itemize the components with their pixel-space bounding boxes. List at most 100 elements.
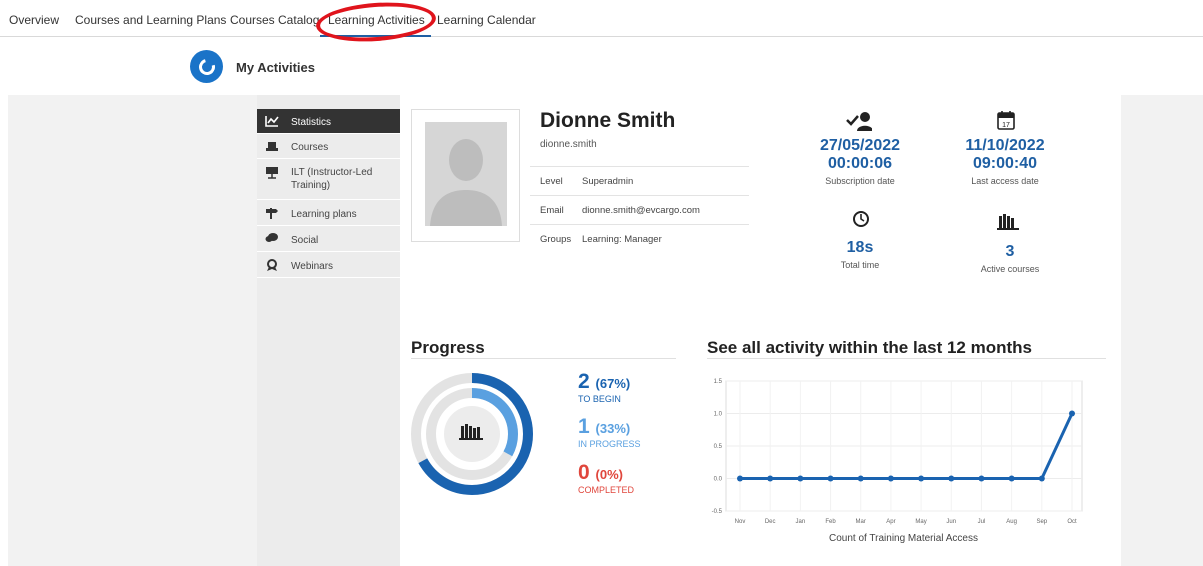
progress-divider	[411, 358, 676, 359]
total-time-value: 18s	[846, 239, 874, 256]
data-point	[887, 475, 894, 482]
user-name: Dionne Smith	[540, 109, 676, 132]
activities-icon	[190, 50, 223, 83]
total-time-caption: Total time	[840, 260, 880, 270]
sidebar-item-webinars[interactable]: Webinars	[257, 253, 400, 278]
data-point	[918, 475, 925, 482]
to-begin-count: 2 (67%)	[578, 370, 630, 394]
chart-x-axis-label: Count of Training Material Access	[829, 533, 978, 544]
x-tick-label: Nov	[735, 519, 746, 525]
sidebar-item-statistics[interactable]: Statistics	[257, 109, 400, 134]
to-begin-label: TO BEGIN	[578, 394, 621, 404]
x-tick-label: Jan	[796, 519, 806, 525]
signpost-icon	[266, 208, 278, 219]
y-tick-label: 1.5	[714, 379, 723, 385]
activity-line-chart: 1.5 1.0 0.5 0.0 -0.5 Nov Dec Jan Feb Mar Apr May Jun…	[712, 379, 1083, 525]
sidebar-item-label: Webinars	[291, 261, 334, 272]
x-tick-label: Aug	[1006, 519, 1017, 525]
info-row-groups: Groups Learning: Manager	[530, 224, 749, 253]
subscription-date: 27/05/2022	[819, 137, 901, 154]
groups-value: Learning: Manager	[582, 234, 662, 245]
top-nav: Overview Courses and Learning Plans Cour…	[0, 0, 1203, 37]
calendar-icon: 17	[997, 111, 1015, 130]
user-username: dionne.smith	[540, 139, 597, 150]
chart-icon	[265, 116, 279, 127]
stat-total-time: 18s Total time	[810, 239, 910, 270]
to-begin-percent: (67%)	[595, 376, 631, 391]
x-tick-label: Jun	[946, 519, 956, 525]
sidebar-item-courses[interactable]: Courses	[257, 135, 400, 159]
activity-title: See all activity within the last 12 mont…	[707, 338, 1032, 357]
sidebar-item-learning-plans[interactable]: Learning plans	[257, 201, 400, 226]
sidebar-item-label: Statistics	[291, 117, 332, 128]
stat-active-courses: 3 Active courses	[960, 243, 1060, 274]
stat-subscription: 27/05/2022 00:00:06 Subscription date	[805, 137, 915, 186]
completed-number: 0	[578, 461, 590, 484]
x-tick-label: May	[915, 519, 926, 525]
sidebar-item-label: Courses	[291, 142, 329, 153]
sidebar-item-label: ILT (Instructor-Led Training)	[291, 167, 373, 191]
last-access-caption: Last access date	[971, 176, 1039, 186]
page-title: My Activities	[236, 60, 315, 75]
data-point	[978, 475, 985, 482]
subscription-time: 00:00:06	[827, 155, 893, 172]
in-progress-count: 1 (33%)	[578, 415, 630, 439]
sidebar: Statistics Courses ILT (Instructor-Led T…	[257, 95, 400, 566]
email-label: Email	[540, 205, 564, 216]
data-point	[827, 475, 834, 482]
progress-title: Progress	[411, 338, 485, 357]
completed-label: COMPLETED	[578, 485, 635, 495]
level-label: Level	[540, 176, 563, 187]
to-begin-number: 2	[578, 370, 590, 393]
x-tick-label: Oct	[1067, 519, 1077, 525]
data-point	[1008, 475, 1015, 482]
active-courses-value: 3	[1005, 243, 1015, 260]
tab-learning-calendar[interactable]: Learning Calendar	[437, 13, 536, 27]
info-row-level: Level Superadmin	[530, 166, 749, 195]
chat-icon	[265, 233, 278, 242]
last-access-date: 11/10/2022	[965, 137, 1045, 154]
x-tick-label: Mar	[856, 519, 866, 525]
clock-icon	[853, 211, 869, 227]
data-point	[857, 475, 864, 482]
in-progress-number: 1	[578, 415, 590, 438]
books-icon	[997, 214, 1019, 230]
progress-donut	[411, 373, 533, 495]
data-point	[797, 475, 804, 482]
y-tick-label: 1.0	[714, 412, 723, 418]
x-tick-label: Dec	[765, 519, 776, 525]
sidebar-item-social[interactable]: Social	[257, 227, 400, 252]
x-tick-label: Apr	[886, 519, 895, 525]
last-access-time: 09:00:40	[972, 155, 1038, 172]
data-point	[737, 475, 743, 482]
calendar-day: 17	[1002, 122, 1010, 129]
y-tick-label: 0.5	[714, 444, 723, 450]
groups-label: Groups	[540, 234, 572, 245]
in-progress-percent: (33%)	[595, 421, 631, 436]
x-tick-label: Jul	[978, 519, 986, 525]
activity-divider	[707, 358, 1106, 359]
email-value: dionne.smith@evcargo.com	[582, 205, 700, 216]
x-tick-label: Feb	[825, 519, 836, 525]
tab-courses-and-learning-plans[interactable]: Courses and Learning Plans	[75, 13, 226, 27]
completed-percent: (0%)	[595, 467, 623, 482]
subscription-caption: Subscription date	[825, 176, 895, 186]
y-tick-label: 0.0	[714, 477, 723, 483]
level-value: Superadmin	[582, 176, 634, 187]
user-placeholder-icon	[425, 122, 507, 226]
data-point	[767, 475, 774, 482]
completed-count: 0 (0%)	[578, 461, 623, 485]
tab-overview[interactable]: Overview	[9, 13, 59, 27]
data-point	[1038, 475, 1045, 482]
sidebar-item-label: Social	[291, 235, 319, 246]
active-courses-caption: Active courses	[980, 264, 1040, 274]
x-tick-label: Sep	[1036, 519, 1047, 525]
tab-courses-catalog[interactable]: Courses Catalog	[230, 13, 319, 27]
info-row-email: Email dionne.smith@evcargo.com	[530, 195, 749, 224]
webinar-icon	[267, 259, 277, 271]
data-point	[948, 475, 955, 482]
stat-last-access: 11/10/2022 09:00:40 Last access date	[950, 137, 1060, 186]
sidebar-item-ilt[interactable]: ILT (Instructor-Led Training)	[257, 160, 400, 200]
avatar	[411, 109, 520, 242]
courses-icon	[266, 142, 278, 151]
